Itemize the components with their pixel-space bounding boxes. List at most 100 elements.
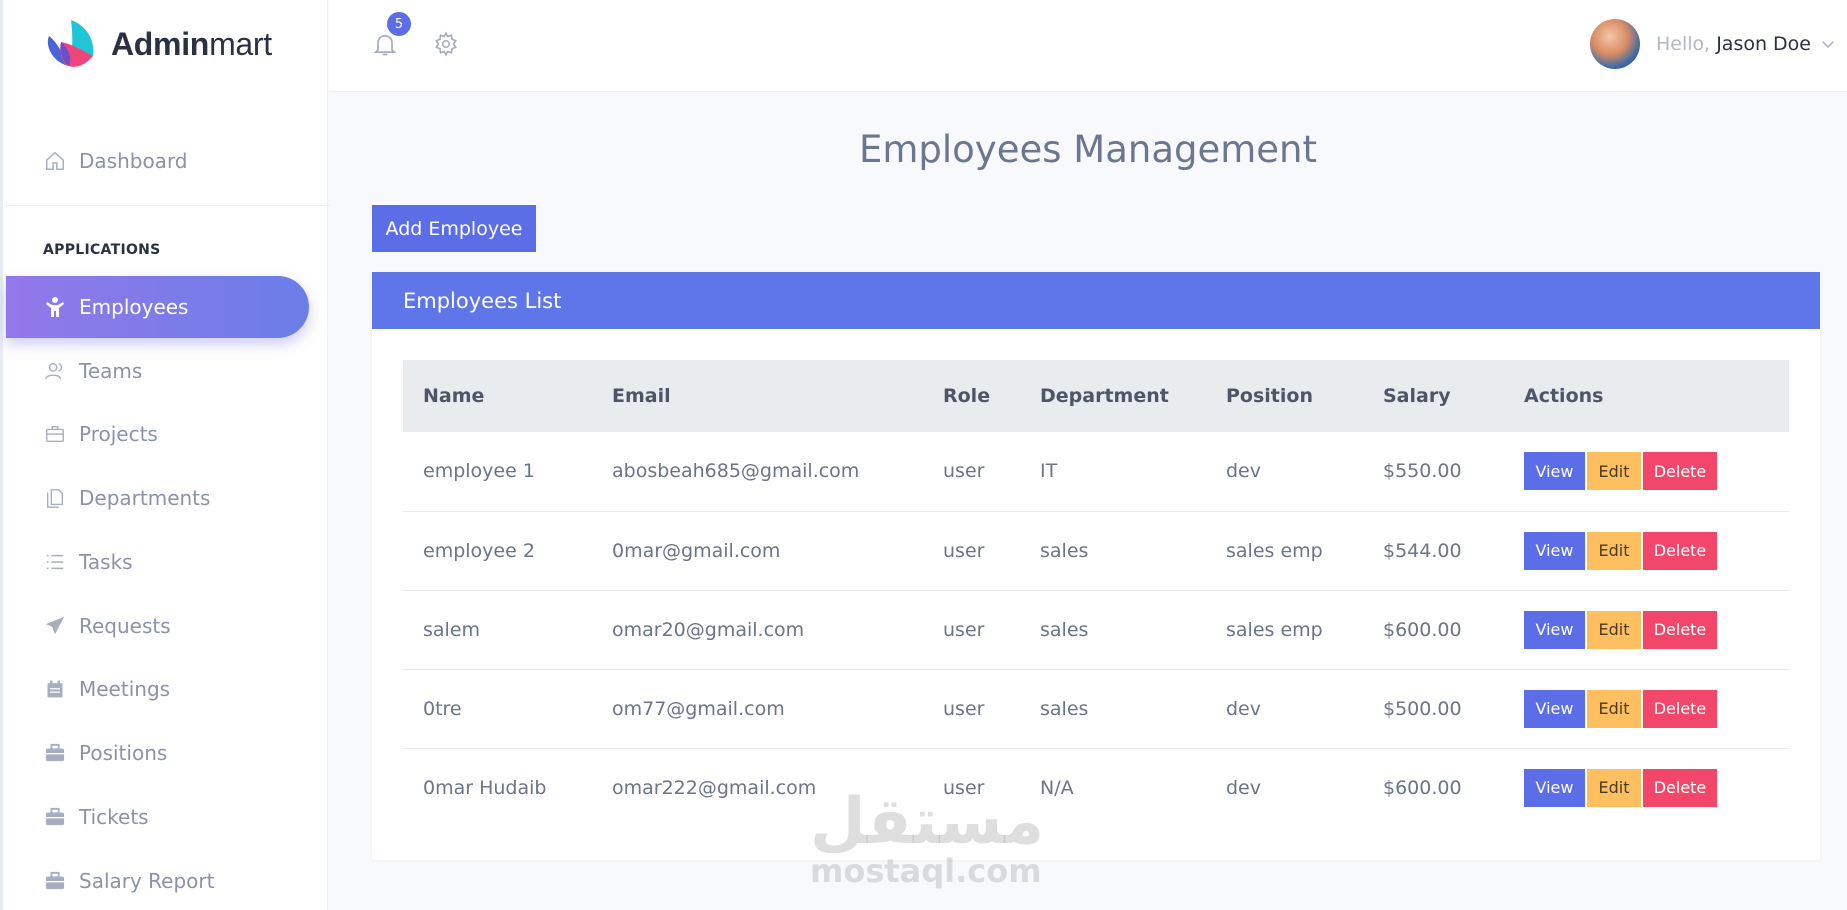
chevron-down-icon[interactable] bbox=[1819, 35, 1837, 53]
cell-email: om77@gmail.com bbox=[612, 697, 785, 720]
table-row: 0tre om77@gmail.com user sales dev $500.… bbox=[403, 669, 1789, 748]
cell-salary: $600.00 bbox=[1383, 776, 1462, 799]
logo-text: Adminmart bbox=[111, 25, 272, 62]
cell-name: 0mar Hudaib bbox=[423, 776, 547, 799]
watermark-latin: mostaql.com bbox=[810, 852, 1042, 890]
cell-actions: View Edit Delete bbox=[1504, 511, 1789, 590]
view-button[interactable]: View bbox=[1524, 689, 1585, 728]
user-name: Jason Doe bbox=[1716, 33, 1811, 55]
cell-name: salem bbox=[423, 618, 481, 641]
sidebar-item-teams[interactable]: Teams bbox=[6, 340, 309, 402]
sidebar-item-tasks[interactable]: Tasks bbox=[6, 531, 309, 593]
cell-role: user bbox=[943, 618, 985, 641]
column-header-actions: Actions bbox=[1524, 385, 1604, 407]
list-icon bbox=[43, 550, 67, 574]
documents-icon bbox=[43, 486, 67, 510]
sidebar-item-requests[interactable]: Requests bbox=[6, 595, 309, 657]
delete-button[interactable]: Delete bbox=[1643, 531, 1717, 570]
delete-button[interactable]: Delete bbox=[1643, 689, 1717, 728]
sidebar: Adminmart Dashboard APPLICATIONS Employe… bbox=[0, 0, 330, 910]
sidebar-item-label: Requests bbox=[79, 614, 171, 638]
delete-button[interactable]: Delete bbox=[1643, 768, 1717, 807]
employee-icon bbox=[43, 295, 67, 319]
sidebar-item-label: Meetings bbox=[79, 677, 171, 701]
edit-button[interactable]: Edit bbox=[1587, 531, 1641, 570]
cell-salary: $600.00 bbox=[1383, 618, 1462, 641]
column-header-department: Department bbox=[1040, 385, 1169, 407]
calendar-icon bbox=[43, 677, 67, 701]
table-row: salem omar20@gmail.com user sales sales … bbox=[403, 590, 1789, 669]
sidebar-item-label: Teams bbox=[79, 359, 143, 383]
watermark: مستقل mostaql.com bbox=[810, 785, 1045, 890]
user-menu[interactable]: Hello, Jason Doe bbox=[1590, 18, 1847, 70]
column-header-salary: Salary bbox=[1383, 385, 1451, 407]
delete-button[interactable]: Delete bbox=[1643, 610, 1717, 649]
cell-position: dev bbox=[1226, 776, 1261, 799]
edit-button[interactable]: Edit bbox=[1587, 768, 1641, 807]
logo[interactable]: Adminmart bbox=[43, 18, 272, 70]
column-header-email: Email bbox=[612, 385, 671, 407]
sidebar-item-label: Tasks bbox=[79, 550, 133, 574]
watermark-arabic: مستقل bbox=[810, 785, 1045, 859]
greeting: Hello, bbox=[1656, 33, 1711, 55]
table-header-row: Name Email Role Department Position Sala… bbox=[403, 360, 1789, 432]
cell-role: user bbox=[943, 460, 985, 483]
sidebar-item-label: Departments bbox=[79, 486, 211, 510]
toolbox-icon bbox=[43, 741, 67, 765]
cell-email: abosbeah685@gmail.com bbox=[612, 460, 860, 483]
card-title: Employees List bbox=[372, 272, 1820, 329]
view-button[interactable]: View bbox=[1524, 531, 1585, 570]
sidebar-item-meetings[interactable]: Meetings bbox=[6, 658, 309, 720]
cell-department: N/A bbox=[1040, 776, 1074, 799]
gear-icon[interactable] bbox=[433, 31, 459, 57]
sidebar-item-label: Dashboard bbox=[79, 149, 188, 173]
view-button[interactable]: View bbox=[1524, 768, 1585, 807]
cell-role: user bbox=[943, 697, 985, 720]
sidebar-item-dashboard[interactable]: Dashboard bbox=[6, 130, 309, 192]
toolbox-icon bbox=[43, 869, 67, 893]
sidebar-item-projects[interactable]: Projects bbox=[6, 403, 309, 465]
table-row: 0mar Hudaib omar222@gmail.com user N/A d… bbox=[403, 748, 1789, 827]
toolbox-icon bbox=[43, 805, 67, 829]
view-button[interactable]: View bbox=[1524, 452, 1585, 491]
page-title: Employees Management bbox=[858, 128, 1318, 171]
employees-card: Employees List Name Email Role Departmen… bbox=[372, 272, 1820, 860]
cell-position: dev bbox=[1226, 460, 1261, 483]
avatar[interactable] bbox=[1590, 19, 1640, 69]
sidebar-item-employees[interactable]: Employees bbox=[6, 276, 309, 338]
sidebar-item-salary-report[interactable]: Salary Report bbox=[6, 850, 309, 910]
cell-department: sales bbox=[1040, 697, 1089, 720]
cell-department: IT bbox=[1040, 460, 1058, 483]
delete-button[interactable]: Delete bbox=[1643, 452, 1717, 491]
notification-badge: 5 bbox=[387, 12, 411, 36]
table-row: employee 2 0mar@gmail.com user sales sal… bbox=[403, 511, 1789, 590]
cell-actions: View Edit Delete bbox=[1504, 590, 1789, 669]
cell-actions: View Edit Delete bbox=[1504, 748, 1789, 827]
sidebar-section-title: APPLICATIONS bbox=[43, 242, 161, 258]
teams-icon bbox=[43, 359, 67, 383]
cell-department: sales bbox=[1040, 539, 1089, 562]
column-header-role: Role bbox=[943, 385, 991, 407]
cell-position: sales emp bbox=[1226, 618, 1323, 641]
add-employee-button[interactable]: Add Employee bbox=[372, 205, 536, 252]
sidebar-item-tickets[interactable]: Tickets bbox=[6, 786, 309, 848]
briefcase-icon bbox=[43, 422, 67, 446]
edit-button[interactable]: Edit bbox=[1587, 452, 1641, 491]
column-header-name: Name bbox=[423, 385, 485, 407]
paper-plane-icon bbox=[43, 614, 67, 638]
edit-button[interactable]: Edit bbox=[1587, 689, 1641, 728]
view-button[interactable]: View bbox=[1524, 610, 1585, 649]
cell-email: 0mar@gmail.com bbox=[612, 539, 781, 562]
cell-actions: View Edit Delete bbox=[1504, 669, 1789, 748]
table-row: employee 1 abosbeah685@gmail.com user IT… bbox=[403, 432, 1789, 511]
sidebar-item-label: Employees bbox=[79, 295, 189, 319]
sidebar-item-label: Salary Report bbox=[79, 869, 215, 893]
cell-name: employee 1 bbox=[423, 460, 535, 483]
sidebar-item-positions[interactable]: Positions bbox=[6, 722, 309, 784]
cell-salary: $550.00 bbox=[1383, 460, 1462, 483]
edit-button[interactable]: Edit bbox=[1587, 610, 1641, 649]
cell-email: omar20@gmail.com bbox=[612, 618, 805, 641]
cell-actions: View Edit Delete bbox=[1504, 432, 1789, 511]
cell-department: sales bbox=[1040, 618, 1089, 641]
sidebar-item-departments[interactable]: Departments bbox=[6, 467, 309, 529]
